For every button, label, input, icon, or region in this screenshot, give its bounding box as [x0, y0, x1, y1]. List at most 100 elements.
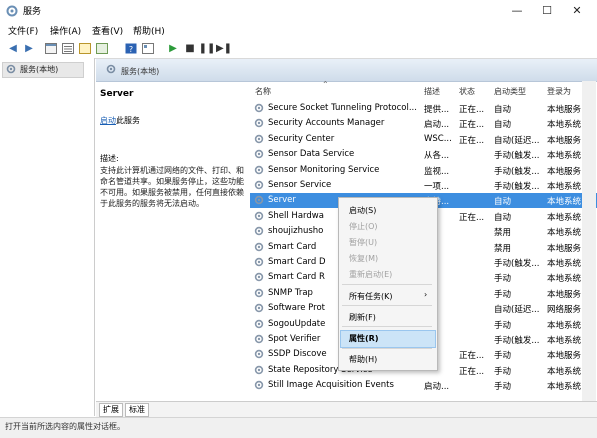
context-menu-refresh[interactable]: 刷新(F) — [349, 312, 376, 323]
service-row[interactable]: Security Accounts Manager 启动... 正在... 自动 本地系… — [250, 116, 597, 131]
menu-bar — [0, 22, 597, 38]
gear-icon — [254, 303, 264, 313]
service-logon-cell: 本地系统 — [547, 212, 582, 223]
gear-icon — [106, 64, 116, 74]
context-menu-separator — [342, 305, 432, 306]
window-title: 服务 — [23, 7, 42, 17]
service-name: Server — [100, 89, 134, 99]
service-startup-type-cell: 自动 — [494, 197, 512, 208]
service-description-cell: WSC... — [424, 133, 452, 144]
service-name-cell: Sensor Service — [268, 180, 332, 190]
service-status-cell: 正在... — [459, 212, 485, 223]
gear-icon — [254, 165, 264, 174]
service-startup-type-cell: 禁用 — [494, 228, 512, 239]
service-startup-type-cell: 禁用 — [494, 243, 512, 254]
context-menu-help[interactable]: 帮助(H) — [349, 354, 377, 365]
context-menu-start[interactable]: 启动(S) — [349, 205, 376, 216]
menu-help[interactable]: 帮助(H) — [133, 24, 165, 37]
service-status-cell: 正在... — [459, 366, 485, 377]
console-icon[interactable] — [44, 41, 58, 55]
service-row[interactable]: Secure Socket Tunneling Protocol... 提供...… — [250, 101, 597, 116]
service-logon-cell: 本地系统 — [547, 228, 582, 239]
gear-icon — [254, 380, 264, 390]
gear-icon — [254, 149, 264, 159]
column-header-description[interactable]: 描述 — [424, 86, 440, 97]
service-logon-cell: 本地服务 — [547, 289, 582, 300]
service-logon-cell: 本地服务 — [547, 243, 582, 254]
tab-extended[interactable]: 扩展 — [99, 403, 123, 417]
tab-standard[interactable]: 标准 — [125, 403, 149, 417]
menu-action[interactable]: 操作(A) — [50, 24, 81, 37]
menu-file[interactable]: 文件(F) — [8, 24, 38, 37]
maximize-button[interactable]: ☐ — [532, 0, 562, 22]
service-description-cell: 提供... — [424, 105, 450, 115]
list-icon[interactable] — [61, 41, 75, 55]
service-description-cell: 监视... — [424, 166, 450, 177]
service-row[interactable]: Sensor Service 一项... 手动(触发... 本地系统 — [250, 178, 597, 193]
context-menu-resume[interactable]: 恢复(M) — [349, 253, 378, 264]
service-startup-type-cell: 手动 — [494, 366, 512, 377]
service-description-cell: 一项... — [424, 182, 450, 192]
refresh-icon[interactable] — [78, 41, 92, 55]
service-row[interactable]: Sensor Monitoring Service 监视... 手动(触发... 本地… — [250, 163, 597, 178]
column-header-name[interactable]: 名称 — [255, 86, 271, 97]
tree-item-label: 服务(本地) — [20, 65, 59, 74]
properties-icon[interactable] — [141, 41, 155, 55]
start-service-link[interactable]: 启动 — [100, 116, 116, 125]
service-name-cell: Still Image Acquisition Events — [268, 380, 394, 391]
column-header-startup-type[interactable]: 启动类型 — [494, 86, 526, 97]
export-icon[interactable] — [95, 41, 109, 55]
service-name-cell: Secure Socket Tunneling Protocol... — [268, 103, 417, 113]
service-name-cell: Sensor Data Service — [268, 149, 355, 160]
service-startup-type-cell: 自动 — [494, 212, 512, 223]
service-startup-type-cell: 手动(触发... — [494, 259, 540, 269]
sort-arrow-icon: ⌃ — [322, 80, 329, 89]
gear-icon — [254, 211, 264, 220]
service-row[interactable]: Security Center WSC... 正在... 自动(延迟... 本地服务 — [250, 132, 597, 147]
restart-icon[interactable]: ▶❚ — [216, 41, 232, 55]
service-row[interactable]: Sensor Data Service 从各... 手动(触发... 本地系统 — [250, 147, 597, 162]
service-name-cell: Security Center — [268, 133, 335, 144]
service-name-cell: Sensor Monitoring Service — [268, 164, 380, 175]
service-row[interactable]: Still Image Acquisition Events 启动... 手动 本地系… — [250, 378, 597, 393]
service-detail-pane — [96, 81, 248, 401]
gear-icon — [254, 288, 264, 297]
context-menu-properties[interactable]: 属性(R) — [349, 333, 378, 344]
submenu-arrow-icon: › — [424, 290, 428, 299]
service-startup-type-cell: 自动(延迟... — [494, 305, 540, 316]
context-menu-separator — [342, 284, 432, 285]
stop-icon[interactable]: ■ — [183, 41, 197, 55]
pause-icon[interactable]: ❚❚ — [199, 41, 216, 55]
context-menu-pause[interactable]: 暂停(U) — [349, 237, 377, 248]
gear-icon — [254, 180, 264, 190]
play-icon[interactable]: ▶ — [166, 41, 180, 55]
console-tree — [0, 58, 95, 416]
context-menu-restart[interactable]: 重新启动(E) — [349, 269, 392, 280]
gear-icon — [254, 334, 264, 344]
service-logon-cell: 本地服务 — [547, 166, 582, 177]
help-icon[interactable]: ? — [124, 41, 138, 55]
service-description-cell: 启动... — [424, 120, 450, 131]
column-header-status[interactable]: 状态 — [459, 86, 475, 97]
service-logon-cell: 本地系统 — [547, 151, 582, 162]
svg-text:?: ? — [129, 45, 133, 54]
back-icon[interactable]: ◀ — [6, 41, 20, 55]
service-startup-type-cell: 手动 — [494, 320, 512, 331]
forward-icon[interactable]: ▶ — [22, 41, 36, 55]
view-tabs — [96, 401, 597, 417]
service-logon-cell: 网络服务 — [547, 305, 582, 316]
menu-view[interactable]: 查看(V) — [92, 24, 123, 37]
service-startup-type-cell: 手动(触发... — [494, 166, 540, 177]
vertical-scrollbar[interactable] — [582, 81, 596, 401]
minimize-button[interactable]: — — [502, 0, 532, 22]
gear-icon — [254, 365, 264, 374]
close-button[interactable]: ✕ — [562, 0, 592, 22]
service-logon-cell: 本地服务 — [547, 105, 582, 115]
service-logon-cell: 本地系统 — [547, 336, 582, 346]
service-startup-type-cell: 自动(延迟... — [494, 135, 540, 146]
service-logon-cell: 本地系统 — [547, 182, 582, 192]
context-menu-all-tasks[interactable]: 所有任务(K) — [349, 291, 393, 302]
column-header-logon-as[interactable]: 登录为 — [547, 86, 571, 97]
context-menu-stop[interactable]: 停止(O) — [349, 221, 378, 232]
service-startup-type-cell: 手动 — [494, 351, 512, 362]
